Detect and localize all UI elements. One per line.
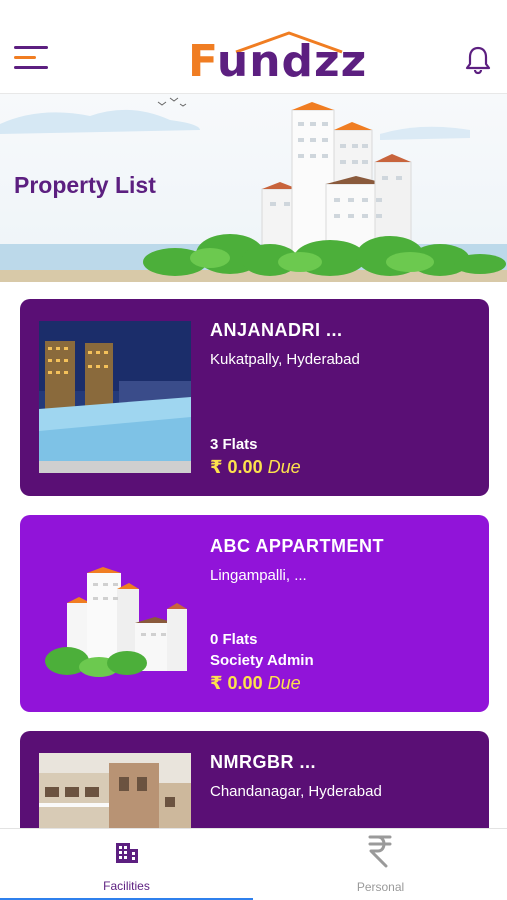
due-label: Due (267, 673, 301, 693)
flats-count: 0 Flats (210, 631, 258, 648)
property-name: ABC APPARTMENT (210, 536, 384, 556)
banner: Property List (0, 94, 507, 282)
property-card[interactable]: ANJANADRI ... Kukatpally, Hyderabad 3 Fl… (20, 299, 489, 496)
page-title: Property List (14, 172, 156, 198)
bell-icon[interactable] (462, 44, 494, 76)
logo-letter: F (188, 36, 217, 87)
due-label: Due (267, 457, 301, 477)
currency-symbol: ₹ (210, 673, 223, 693)
amount-value: 0.00 (227, 457, 263, 477)
menu-icon[interactable] (14, 42, 50, 74)
property-location: Lingampalli, ... (210, 567, 307, 584)
currency-symbol: ₹ (210, 457, 223, 477)
property-image (39, 543, 191, 695)
logo-wordmark: undzz (216, 36, 368, 87)
bottom-tab-bar: Facilities Personal (0, 828, 507, 900)
building-icon (116, 843, 138, 863)
property-image (39, 321, 191, 473)
due-amount: ₹ 0.00 Due (210, 673, 301, 694)
property-card[interactable]: ABC APPARTMENT Lingampalli, ... 0 Flats … (20, 515, 489, 712)
property-location: Kukatpally, Hyderabad (210, 351, 360, 368)
rupee-icon (368, 835, 392, 868)
tab-label: Personal (356, 880, 405, 894)
app-header: Fundzz (0, 0, 507, 94)
tab-label: Facilities (103, 879, 150, 893)
property-location: Chandanagar, Hyderabad (210, 783, 382, 800)
property-name: NMRGBR ... (210, 752, 316, 772)
flats-count: 3 Flats (210, 436, 258, 453)
role-label: Society Admin (210, 652, 314, 669)
app-logo: Fundzz (186, 30, 366, 87)
amount-value: 0.00 (227, 673, 263, 693)
property-name: ANJANADRI ... (210, 320, 343, 340)
tab-facilities[interactable]: Facilities (0, 829, 253, 900)
tab-personal[interactable]: Personal (254, 829, 507, 900)
due-amount: ₹ 0.00 Due (210, 457, 301, 478)
